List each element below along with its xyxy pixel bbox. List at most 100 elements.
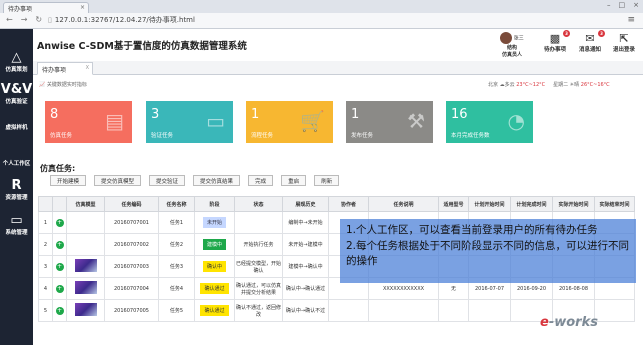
col-header: 阶段 bbox=[194, 196, 235, 212]
start-modeling-button[interactable]: 开始建模 bbox=[50, 175, 87, 186]
sidebar-item-planning[interactable]: △ 仿真策划 bbox=[0, 50, 33, 74]
expand-icon[interactable]: + bbox=[55, 284, 64, 293]
app-header: Anwise C-SDM基于置信度的仿真数据管理系统 张三 结构 仿真员人 ▩ … bbox=[33, 29, 643, 61]
sidebar-item-label: 资源管理 bbox=[5, 195, 28, 201]
model-cell bbox=[66, 299, 105, 322]
sidebar-item-system[interactable]: ▭ 系统管理 bbox=[0, 214, 33, 237]
weather-info: 北京 ☁多云 23°C~12°C 星期二 ☀晴 26°C~16°C bbox=[488, 82, 610, 88]
stage-cell: 确认中 bbox=[194, 255, 235, 278]
collaborator-cell bbox=[328, 299, 369, 322]
sidebar-item-label: 仿真策划 bbox=[5, 67, 28, 73]
stage-cell: 建模中 bbox=[194, 233, 235, 256]
temp-2: 26°C~16°C bbox=[580, 82, 610, 88]
back-icon[interactable]: ← bbox=[6, 15, 13, 24]
stage-badge: 确认中 bbox=[202, 261, 226, 272]
todo-button[interactable]: ▩ 3 待办事项 bbox=[538, 30, 572, 53]
refresh-button[interactable]: 刷新 bbox=[314, 175, 340, 186]
expand-cell[interactable]: + bbox=[52, 255, 67, 278]
browser-tab[interactable]: 待办事项 × bbox=[3, 2, 89, 13]
weekday: 星期二 bbox=[553, 82, 569, 88]
col-header: 实际结束时间 bbox=[594, 196, 635, 212]
card-monthly-completed[interactable]: 16 本月完成任务数 ◔ bbox=[446, 101, 533, 143]
expand-cell[interactable]: + bbox=[52, 211, 67, 234]
card-value: 3 bbox=[151, 107, 160, 122]
card-label: 本月完成任务数 bbox=[451, 133, 490, 139]
expand-icon[interactable]: + bbox=[55, 262, 64, 271]
sidebar-item-label: 仿真验证 bbox=[5, 99, 28, 105]
minimize-icon[interactable]: – bbox=[607, 1, 611, 9]
card-publish-tasks[interactable]: 1 发布任务 ⚒ bbox=[346, 101, 433, 143]
col-header: 任务名称 bbox=[158, 196, 195, 212]
expand-icon[interactable]: + bbox=[55, 240, 64, 249]
sidebar-item-label: 个人工作区 bbox=[2, 161, 31, 167]
tab-label: 待办事项 bbox=[42, 67, 67, 74]
model-thumbnail[interactable] bbox=[74, 259, 97, 272]
card-verification-tasks[interactable]: 3 验证任务 ▭ bbox=[146, 101, 233, 143]
notice-badge: 3 bbox=[598, 30, 605, 37]
sidebar-item-verification[interactable]: V&V 仿真验证 bbox=[0, 83, 33, 106]
tab-todo[interactable]: 待办事项 X bbox=[37, 62, 93, 75]
col-header: 实际开始时间 bbox=[552, 196, 595, 212]
sidebar-item-prototype[interactable]: 虚拟样机 bbox=[0, 123, 33, 131]
row-number: 4 bbox=[38, 277, 53, 300]
url-field[interactable]: ▯ 127.0.0.1:32767/12.04.27/待办事项.html bbox=[48, 15, 195, 25]
reload-icon[interactable]: ↻ bbox=[35, 15, 42, 24]
sidebar-item-resources[interactable]: R 资源管理 bbox=[0, 179, 33, 202]
col-header bbox=[52, 196, 67, 212]
expand-cell[interactable]: + bbox=[52, 277, 67, 300]
task-name: 任务5 bbox=[158, 299, 195, 322]
expand-cell[interactable]: + bbox=[52, 233, 67, 256]
weather-1: 多云 bbox=[504, 82, 515, 88]
annotation-line-1: 1.个人工作区，可以查看当前登录用户的所有待办任务 bbox=[346, 224, 598, 236]
sidebar-item-workspace[interactable]: 个人工作区 bbox=[0, 159, 33, 167]
model-thumbnail[interactable] bbox=[74, 303, 97, 316]
model-cell bbox=[66, 255, 105, 278]
submit-model-button[interactable]: 提交仿真模型 bbox=[94, 175, 142, 186]
card-value: 1 bbox=[251, 107, 260, 122]
annotation-line-2: 2.每个任务根据处于不同阶段显示不同的信息，可以进行不同的操作 bbox=[346, 239, 630, 268]
expand-icon[interactable]: + bbox=[55, 218, 64, 227]
submit-result-button[interactable]: 提交仿真结果 bbox=[193, 175, 241, 186]
forward-icon[interactable]: → bbox=[21, 15, 28, 24]
complete-button[interactable]: 完成 bbox=[248, 175, 274, 186]
browser-tab-title: 待办事项 bbox=[8, 6, 33, 13]
expand-icon[interactable]: + bbox=[55, 306, 64, 315]
browser-menu-icon[interactable]: ≡ bbox=[627, 15, 635, 25]
card-simulation-tasks[interactable]: 8 仿真任务 ▤ bbox=[45, 101, 132, 143]
url-path: :32767/12.04.27/待办事项.html bbox=[88, 16, 195, 24]
close-icon[interactable]: × bbox=[80, 4, 85, 11]
weather-2: 晴 bbox=[574, 82, 580, 88]
card-value: 1 bbox=[351, 107, 360, 122]
user-profile[interactable]: 张三 结构 仿真员人 bbox=[496, 32, 528, 58]
user-name: 张三 bbox=[513, 35, 524, 42]
task-name: 任务1 bbox=[158, 211, 195, 234]
task-code: 20160707002 bbox=[104, 233, 159, 256]
city: 北京 bbox=[488, 82, 499, 88]
cart-icon: 🛒 bbox=[300, 109, 325, 133]
notice-button[interactable]: ✉ 3 消息通知 bbox=[573, 30, 607, 53]
submit-verification-button[interactable]: 提交验证 bbox=[149, 175, 186, 186]
sidebar-item-label: 系统管理 bbox=[5, 230, 28, 236]
avatar bbox=[500, 32, 513, 44]
model-thumbnail[interactable] bbox=[74, 281, 97, 294]
col-header: 适用型号 bbox=[438, 196, 469, 212]
expand-cell[interactable]: + bbox=[52, 299, 67, 322]
card-label: 发布任务 bbox=[351, 133, 374, 139]
kpi-title: 📈 关键数据实时指标 bbox=[39, 82, 87, 88]
status-cell: 确认不通过，返回修改 bbox=[234, 299, 283, 322]
tab-close-icon[interactable]: X bbox=[86, 65, 89, 71]
close-window-icon[interactable]: × bbox=[633, 1, 639, 9]
address-bar: ← → ↻ ▯ 127.0.0.1:32767/12.04.27/待办事项.htm… bbox=[0, 13, 643, 29]
description-cell bbox=[368, 299, 439, 322]
restart-button[interactable]: 重启 bbox=[281, 175, 307, 186]
stage-badge: 未开始 bbox=[202, 217, 226, 228]
triangle-icon: △ bbox=[11, 50, 22, 65]
maximize-icon[interactable]: □ bbox=[619, 1, 626, 9]
sidebar: △ 仿真策划 V&V 仿真验证 虚拟样机 个人工作区 R 资源管理 ▭ 系统管理 bbox=[0, 29, 33, 345]
card-process-tasks[interactable]: 1 流程任务 🛒 bbox=[246, 101, 333, 143]
stage-cell: 未开始 bbox=[194, 211, 235, 234]
gavel-icon: ⚒ bbox=[407, 109, 425, 133]
page-title: Anwise C-SDM基于置信度的仿真数据管理系统 bbox=[37, 41, 247, 52]
logout-button[interactable]: ⇱ 退出登录 bbox=[607, 32, 641, 53]
task-code: 20160707004 bbox=[104, 277, 159, 300]
